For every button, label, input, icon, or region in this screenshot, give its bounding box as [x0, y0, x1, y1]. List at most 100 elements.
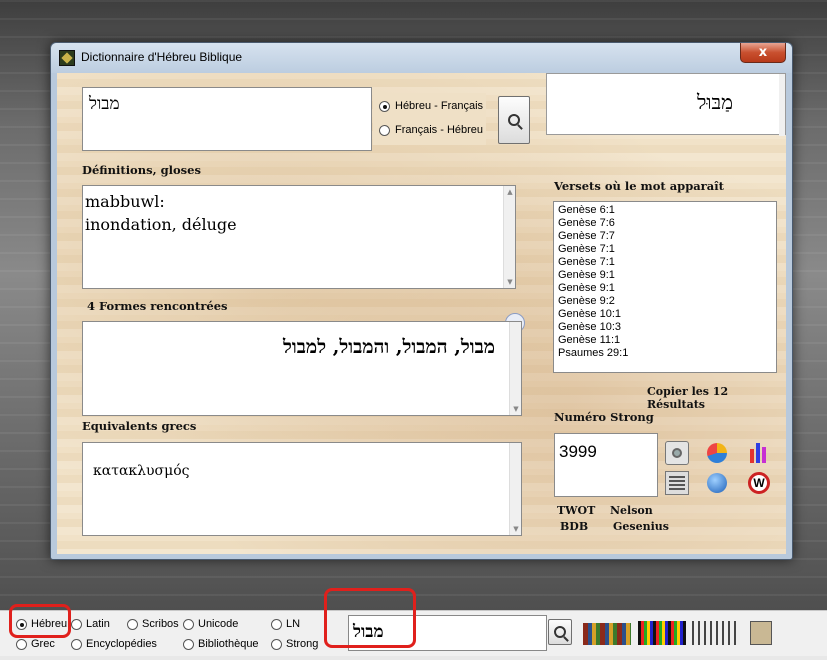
copy-results-button[interactable]: Copier les 12 Résultats — [647, 385, 786, 411]
window-client-area: מבול Hébreu - Français Français - Hébreu… — [57, 73, 786, 554]
table-icon[interactable] — [665, 471, 689, 495]
pie-chart-icon[interactable] — [705, 441, 729, 465]
gesenius-link[interactable]: Gesenius — [613, 520, 669, 533]
greek-text: κατακλυσμός — [93, 463, 190, 479]
mode-hebrew-french[interactable]: Hébreu - Français — [379, 100, 483, 112]
forms-scrollbar[interactable]: ▼ — [509, 322, 521, 415]
verse-item[interactable]: Psaumes 29:1 — [558, 347, 628, 360]
hebrew-search-input[interactable]: מבול — [82, 87, 372, 151]
bar-shape — [762, 447, 766, 463]
radio-icon — [271, 618, 282, 630]
library-label: Bibliothèque — [198, 638, 259, 650]
scroll-down-icon[interactable]: ▼ — [512, 405, 520, 413]
strong-label: Numéro Strong — [554, 410, 654, 424]
verse-item[interactable]: Genèse 9:1 — [558, 282, 628, 295]
radio-icon — [71, 638, 82, 650]
color-grid-icon[interactable] — [638, 619, 686, 645]
lang-strong[interactable]: Strong — [271, 638, 318, 650]
radio-icon — [16, 638, 27, 650]
dictionary-window: Dictionnaire d'Hébreu Biblique x מבול Hé… — [50, 42, 793, 560]
lang-greek[interactable]: Grec — [16, 638, 55, 650]
greek-scrollbar[interactable]: ▼ — [509, 443, 521, 535]
encyclopedias-label: Encyclopédies — [86, 638, 157, 650]
lang-unicode[interactable]: Unicode — [183, 618, 238, 630]
radio-icon — [183, 638, 194, 650]
window-title: Dictionnaire d'Hébreu Biblique — [81, 50, 243, 64]
web-search-icon[interactable]: W — [747, 471, 771, 495]
mode-french-hebrew-label: Français - Hébreu — [395, 124, 484, 136]
verse-item[interactable]: Genèse 9:1 — [558, 269, 628, 282]
radio-icon — [183, 618, 194, 630]
radio-icon — [379, 100, 390, 112]
bar-chart-icon[interactable] — [747, 441, 771, 465]
verse-item[interactable]: Genèse 10:3 — [558, 321, 628, 334]
verse-item[interactable]: Genèse 9:2 — [558, 295, 628, 308]
columns-icon[interactable] — [692, 619, 740, 645]
forms-text: מבול, המבול, והמבול, למבול — [283, 336, 495, 358]
search-button[interactable] — [498, 96, 530, 144]
forms-box[interactable]: מבול, המבול, והמבול, למבול ▼ — [82, 321, 522, 416]
verse-item[interactable]: Genèse 10:1 — [558, 308, 628, 321]
radio-icon — [71, 618, 82, 630]
close-button[interactable]: x — [740, 43, 786, 63]
mode-hebrew-french-label: Hébreu - Français — [395, 100, 484, 112]
definitions-box[interactable]: mabbuwl: inondation, déluge ▲ ▼ — [82, 185, 516, 289]
web-search-shape: W — [748, 472, 770, 494]
scroll-down-icon[interactable]: ▼ — [506, 278, 514, 286]
pie-chart-shape — [707, 443, 727, 463]
verses-label: Versets où le mot apparaît — [554, 179, 724, 193]
magnifier-icon — [554, 626, 566, 638]
bdb-link[interactable]: BDB — [560, 520, 588, 533]
twot-link[interactable]: TWOT — [557, 504, 595, 517]
window-titlebar[interactable]: Dictionnaire d'Hébreu Biblique x — [51, 43, 792, 73]
color-grid-shape — [638, 621, 686, 645]
definitions-scrollbar[interactable]: ▲ ▼ — [503, 186, 515, 288]
verse-item[interactable]: Genèse 7:1 — [558, 243, 628, 256]
verse-item[interactable]: Genèse 7:7 — [558, 230, 628, 243]
verse-item[interactable]: Genèse 7:1 — [558, 256, 628, 269]
lang-strong-label: Strong — [286, 638, 319, 650]
definitions-text: mabbuwl: inondation, déluge — [85, 190, 237, 236]
mode-french-hebrew[interactable]: Français - Hébreu — [379, 124, 483, 136]
greek-box[interactable]: κατακλυσμός ▼ — [82, 442, 522, 536]
lang-scribos[interactable]: Scribos — [127, 618, 179, 630]
lang-scribos-label: Scribos — [142, 618, 179, 630]
encyclopedias[interactable]: Encyclopédies — [71, 638, 157, 650]
lang-ln[interactable]: LN — [271, 618, 300, 630]
verse-item[interactable]: Genèse 6:1 — [558, 204, 628, 217]
highlight-search-input — [324, 588, 416, 648]
lang-latin[interactable]: Latin — [71, 618, 110, 630]
globe-search-icon[interactable] — [705, 471, 729, 495]
bottom-search-button[interactable] — [548, 619, 572, 645]
definitions-label: Définitions, gloses — [82, 163, 201, 177]
scroll-down-icon[interactable]: ▼ — [512, 525, 520, 533]
greek-label: Equivalents grecs — [82, 419, 197, 433]
verse-item[interactable]: Genèse 11:1 — [558, 334, 628, 347]
app-icon — [59, 50, 75, 66]
nelson-link[interactable]: Nelson — [610, 504, 653, 517]
forms-label: 4 Formes rencontrées — [87, 299, 228, 313]
definition-line: inondation, déluge — [85, 215, 237, 234]
verses-list[interactable]: Genèse 6:1 Genèse 7:6 Genèse 7:7 Genèse 7:1… — [553, 201, 777, 373]
magnifier-icon — [508, 114, 520, 126]
status-bar — [0, 656, 827, 660]
radio-icon — [271, 638, 282, 650]
columns-shape — [692, 621, 740, 645]
lang-ln-label: LN — [286, 618, 301, 630]
vocalized-word: מַבּוּל — [697, 90, 733, 114]
speaker-icon[interactable] — [665, 441, 689, 465]
strong-number-input[interactable]: 3999 — [554, 433, 658, 497]
portrait-icon[interactable] — [750, 619, 772, 645]
vocalized-scrollbar[interactable] — [779, 74, 785, 136]
scroll-up-icon[interactable]: ▲ — [506, 188, 514, 196]
portrait-shape — [750, 621, 772, 645]
verse-item[interactable]: Genèse 7:6 — [558, 217, 628, 230]
books-icon[interactable] — [583, 619, 631, 645]
speaker-icon-shape — [672, 448, 682, 458]
verses-items: Genèse 6:1 Genèse 7:6 Genèse 7:7 Genèse 7:1… — [558, 204, 628, 360]
vocalized-word-box: מַבּוּל — [546, 73, 786, 136]
strong-number-value: 3999 — [559, 442, 597, 461]
highlight-hebrew-option — [9, 604, 71, 638]
radio-icon — [127, 618, 138, 630]
library[interactable]: Bibliothèque — [183, 638, 259, 650]
